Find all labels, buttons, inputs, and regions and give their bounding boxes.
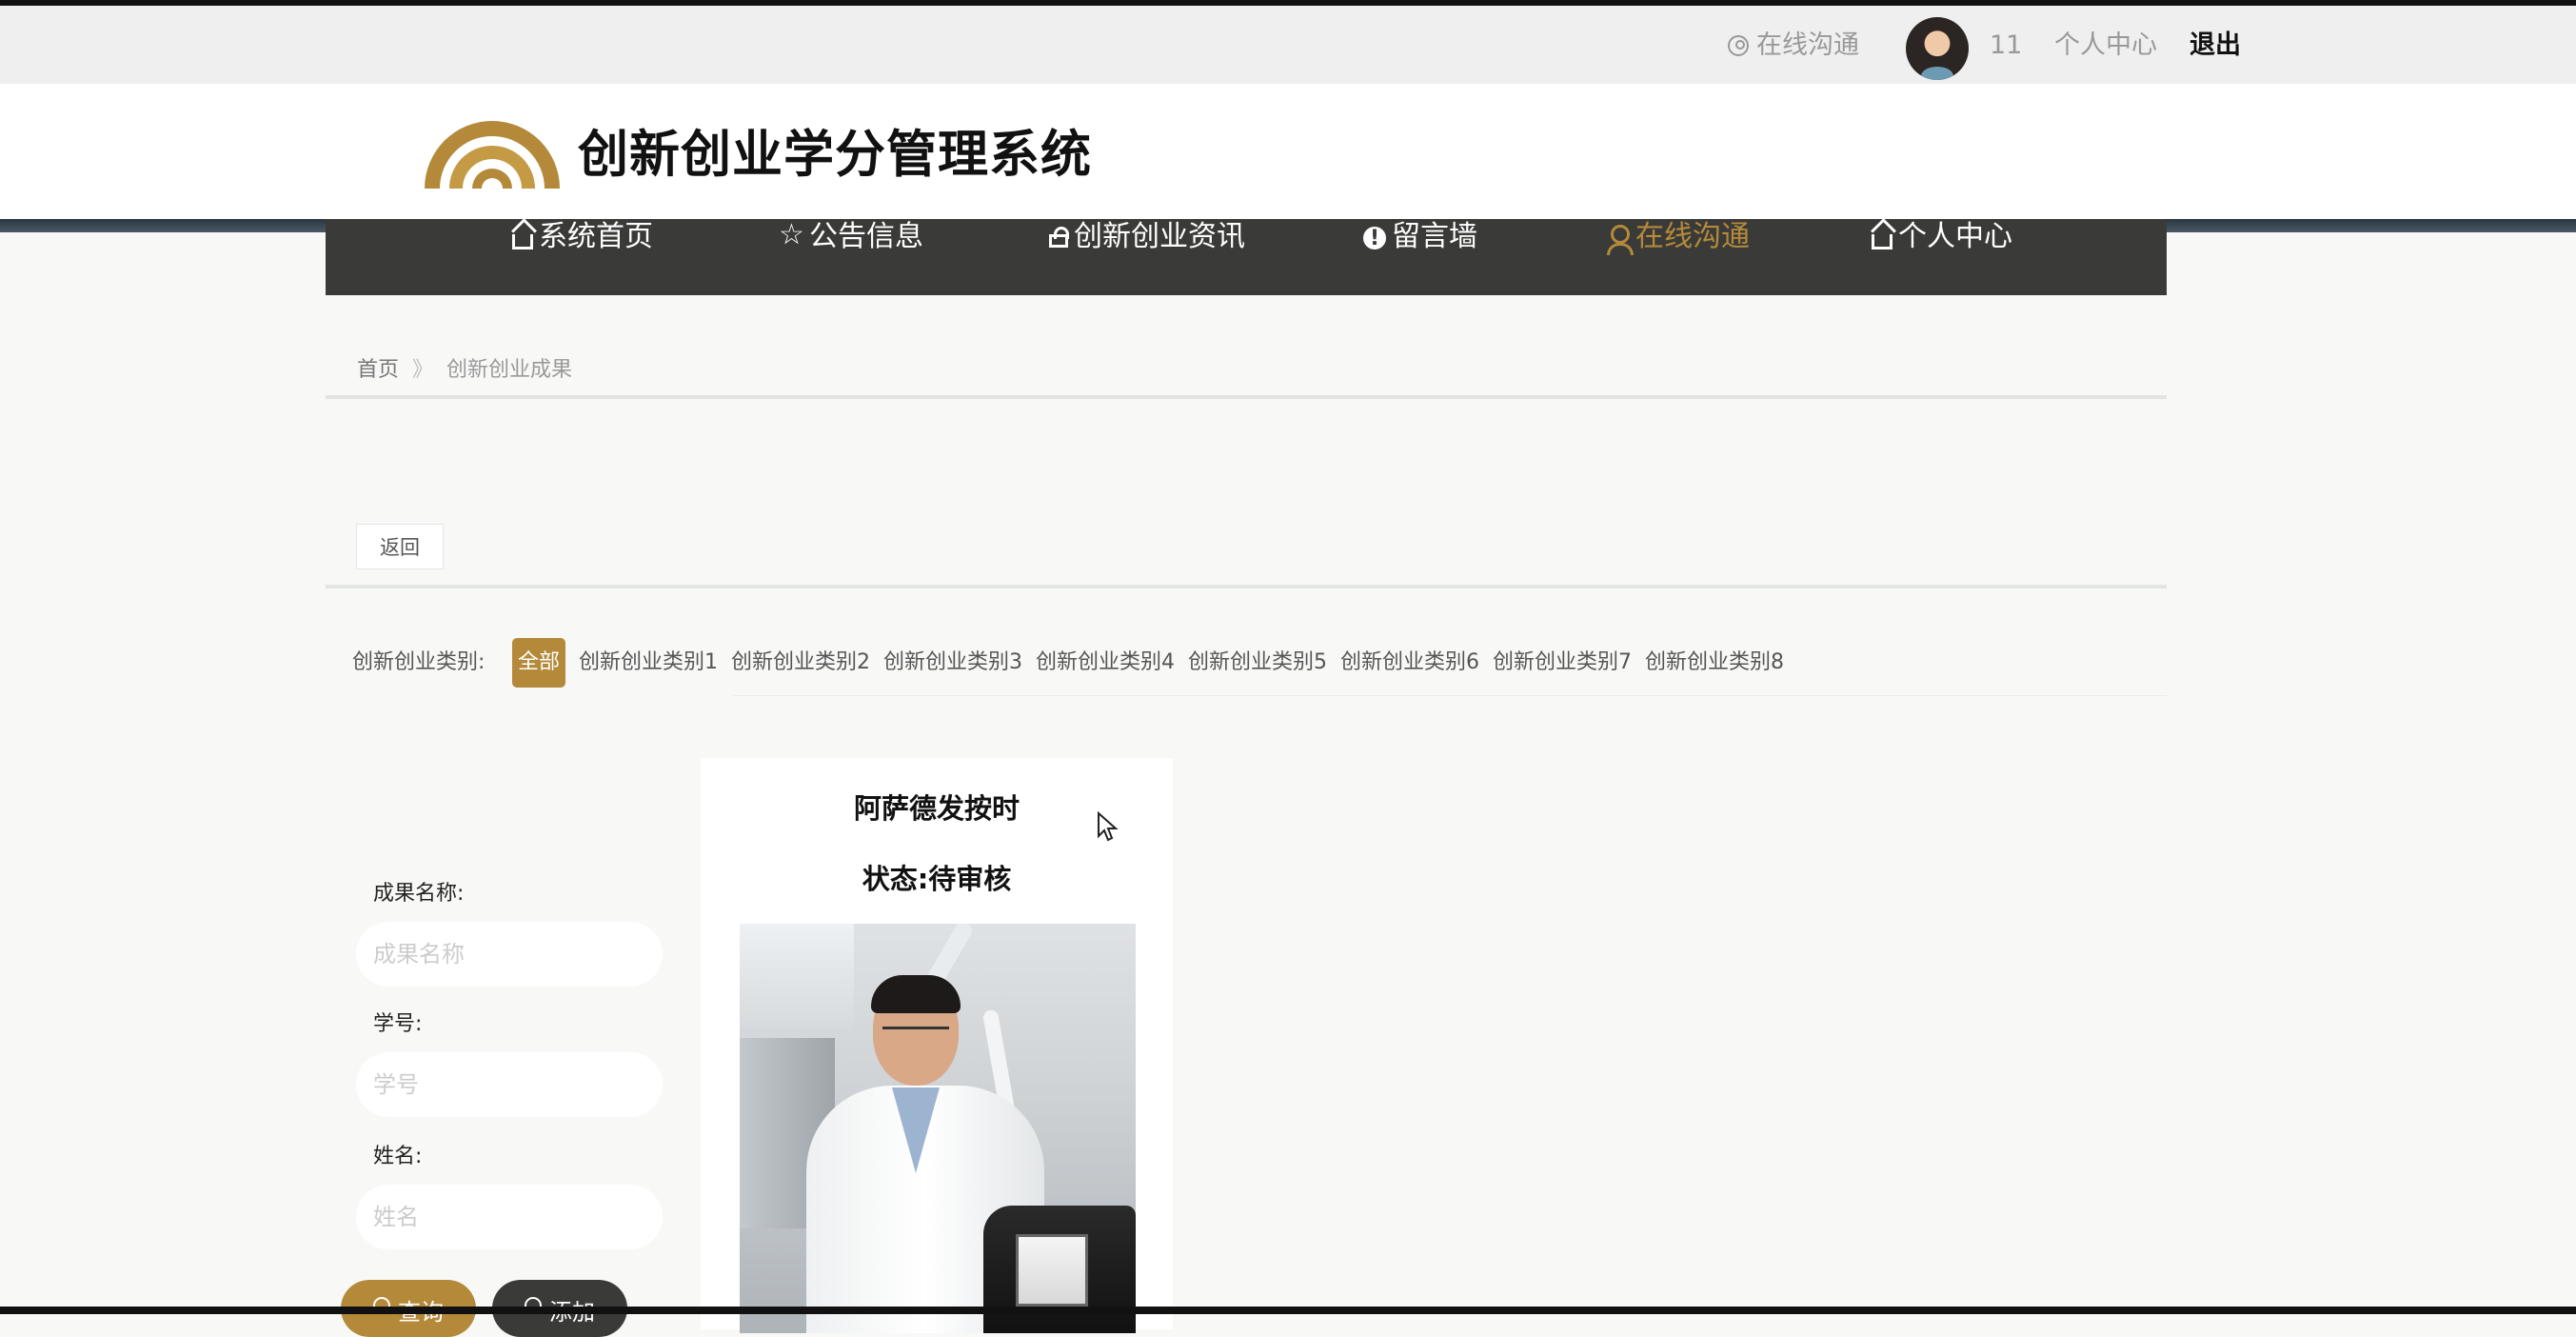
breadcrumb: 首页 》 创新创业成果: [357, 352, 572, 383]
category-item[interactable]: 创新创业类别7: [1493, 638, 1632, 688]
card-status: 状态:待审核: [862, 863, 1012, 895]
lock-icon: [1049, 227, 1069, 248]
breadcrumb-home[interactable]: 首页: [357, 352, 399, 383]
category-item[interactable]: 创新创业类别8: [1645, 638, 1784, 688]
alert-icon: [1363, 223, 1386, 255]
user-circle-icon: [1728, 35, 1749, 56]
card-image[interactable]: [740, 924, 1136, 1333]
category-item[interactable]: 创新创业类别1: [579, 638, 718, 688]
breadcrumb-separator: 》: [412, 358, 434, 382]
nav-label: 个人中心: [1898, 220, 2012, 253]
student-id-input[interactable]: [356, 1052, 663, 1117]
nav-label: 创新创业资讯: [1074, 220, 1245, 253]
person-name-input[interactable]: [356, 1185, 663, 1249]
mouse-cursor-icon: [1098, 811, 1119, 842]
category-item[interactable]: 创新创业类别6: [1340, 638, 1479, 688]
result-card[interactable]: 阿萨德发按时 状态:待审核: [701, 758, 1173, 1333]
category-item[interactable]: 创新创业类别4: [1036, 638, 1175, 688]
site-title: 创新创业学分管理系统: [578, 126, 1092, 184]
nav-item-personal-center[interactable]: 个人中心: [1872, 219, 2012, 282]
bottom-edge: [0, 1307, 2576, 1314]
top-personal-center-link[interactable]: 个人中心: [2054, 27, 2157, 65]
nav-label: 公告信息: [809, 220, 923, 253]
main-nav: 系统首页 ☆ 公告信息 创新创业资讯 留言墙 在线沟通 个人中心: [326, 219, 2167, 295]
back-button[interactable]: 返回: [356, 524, 444, 569]
top-chat-link[interactable]: 在线沟通: [1728, 27, 1859, 65]
nav-item-news[interactable]: 创新创业资讯: [1049, 219, 1245, 282]
divider: [326, 585, 2167, 589]
category-all[interactable]: 全部: [512, 638, 566, 688]
category-filter: 全部 创新创业类别1 创新创业类别2 创新创业类别3 创新创业类别4 创新创业类…: [512, 638, 1784, 688]
category-underline: [733, 695, 2167, 696]
nav-label: 系统首页: [539, 220, 653, 253]
divider: [326, 395, 2167, 399]
student-id-label: 学号:: [373, 1012, 423, 1036]
category-label: 创新创业类别:: [352, 650, 485, 674]
person-name-label: 姓名:: [373, 1145, 423, 1168]
user-icon: [1607, 225, 1634, 255]
nav-item-chat[interactable]: 在线沟通: [1607, 219, 1750, 282]
top-bar: 在线沟通 11 个人中心 退出: [0, 6, 2576, 84]
nav-label: 留言墙: [1392, 220, 1477, 253]
nav-item-notices[interactable]: ☆ 公告信息: [779, 219, 923, 282]
category-item[interactable]: 创新创业类别3: [883, 638, 1022, 688]
category-item[interactable]: 创新创业类别2: [731, 638, 870, 688]
nav-label: 在线沟通: [1635, 220, 1750, 253]
nav-item-home[interactable]: 系统首页: [512, 219, 653, 282]
breadcrumb-current: 创新创业成果: [446, 358, 573, 382]
name-label: 成果名称:: [373, 882, 465, 906]
home-icon: [1872, 234, 1892, 249]
avatar[interactable]: [1906, 17, 1969, 80]
name-input[interactable]: [356, 922, 663, 987]
top-chat-label: 在线沟通: [1756, 30, 1859, 60]
logout-link[interactable]: 退出: [2190, 27, 2241, 65]
site-header: 创新创业学分管理系统: [0, 84, 2576, 219]
nav-item-message-wall[interactable]: 留言墙: [1363, 219, 1477, 282]
home-icon: [512, 234, 533, 249]
star-icon: ☆: [779, 218, 804, 251]
username: 11: [1990, 30, 2023, 60]
logo-icon: [425, 121, 560, 189]
category-item[interactable]: 创新创业类别5: [1188, 638, 1327, 688]
